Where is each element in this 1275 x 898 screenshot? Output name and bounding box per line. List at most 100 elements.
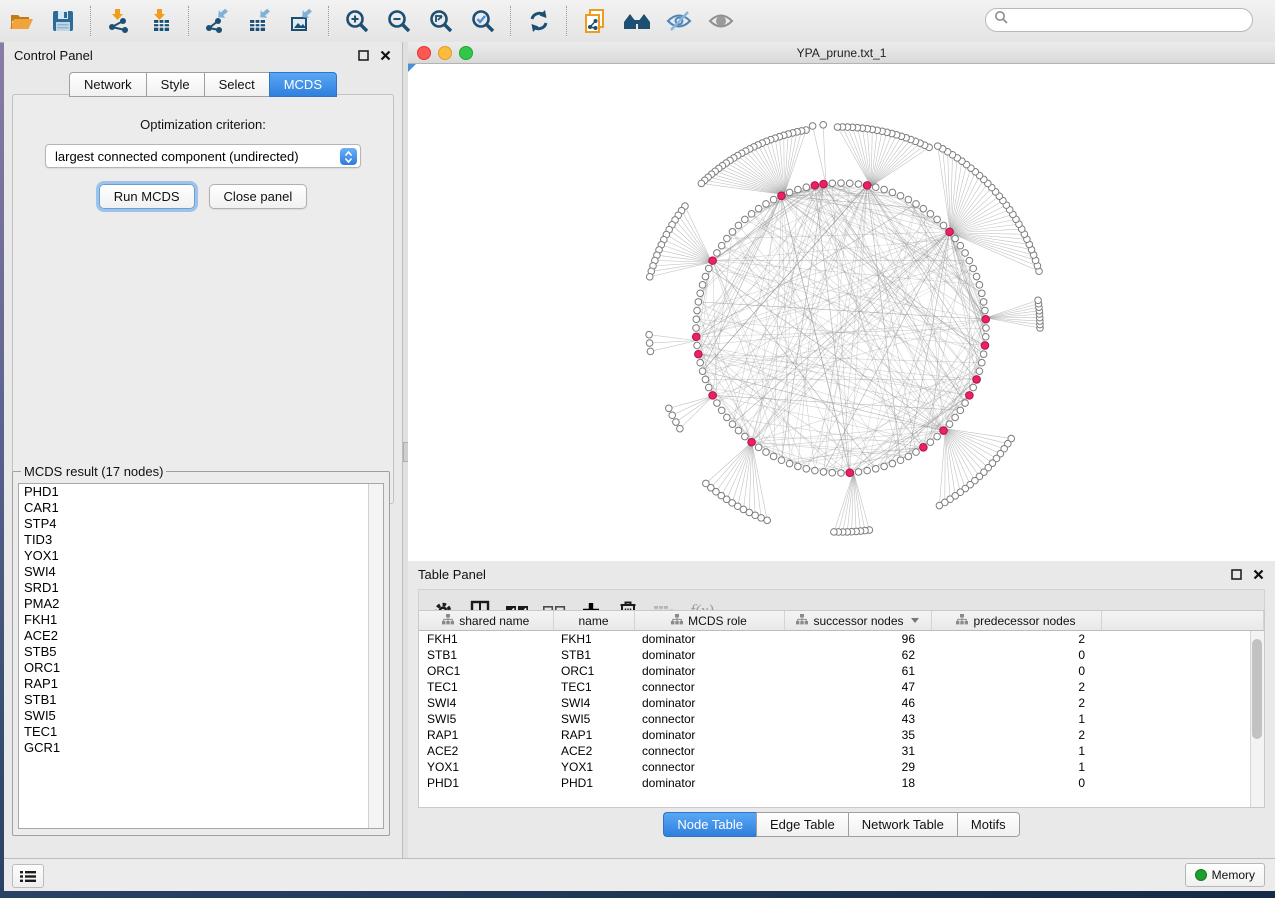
mcds-result-item[interactable]: STB5 (19, 644, 383, 660)
mcds-result-item[interactable]: SWI4 (19, 564, 383, 580)
float-panel-icon[interactable] (1229, 567, 1243, 581)
table-row[interactable]: ORC1ORC1dominator610 (419, 663, 1264, 679)
import-table-icon[interactable] (146, 6, 176, 36)
mcds-result-item[interactable]: SRD1 (19, 580, 383, 596)
float-panel-icon[interactable] (356, 48, 370, 62)
mcds-result-list[interactable]: PHD1CAR1STP4TID3YOX1SWI4SRD1PMA2FKH1ACE2… (18, 483, 384, 829)
tab-mcds[interactable]: MCDS (269, 72, 337, 97)
export-table-icon[interactable] (244, 6, 274, 36)
mcds-list-scrollbar[interactable] (368, 484, 383, 828)
column-header-name[interactable]: name (553, 611, 634, 631)
table-cell (1101, 663, 1264, 679)
memory-button[interactable]: Memory (1185, 863, 1265, 887)
shared-column-icon (956, 614, 968, 628)
table-cell: 43 (784, 711, 931, 727)
column-header-spacer[interactable] (1101, 611, 1264, 631)
table-row[interactable]: STB1STB1dominator620 (419, 647, 1264, 663)
export-image-icon[interactable] (286, 6, 316, 36)
mcds-result-item[interactable]: STP4 (19, 516, 383, 532)
binoculars-icon[interactable] (622, 6, 652, 36)
import-network-icon[interactable] (104, 6, 134, 36)
save-icon[interactable] (48, 6, 78, 36)
task-history-button[interactable] (12, 864, 44, 888)
table-scrollbar[interactable] (1250, 631, 1264, 807)
close-panel-icon[interactable] (378, 48, 392, 62)
column-header-mcds-role[interactable]: MCDS role (634, 611, 784, 631)
mcds-result-item[interactable]: TID3 (19, 532, 383, 548)
table-cell (1101, 631, 1264, 648)
mcds-result-item[interactable]: TEC1 (19, 724, 383, 740)
mcds-result-item[interactable]: PMA2 (19, 596, 383, 612)
mcds-result-item[interactable]: PHD1 (19, 484, 383, 500)
table-cell: 46 (784, 695, 931, 711)
mcds-result-item[interactable]: ORC1 (19, 660, 383, 676)
column-header-shared-name[interactable]: shared name (419, 611, 553, 631)
open-icon[interactable] (6, 6, 36, 36)
table-cell: 2 (931, 679, 1101, 695)
zoom-in-icon[interactable] (342, 6, 372, 36)
zoom-out-icon[interactable] (384, 6, 414, 36)
clone-network-icon[interactable] (580, 6, 610, 36)
refresh-icon[interactable] (524, 6, 554, 36)
column-header-successor-nodes[interactable]: successor nodes (784, 611, 931, 631)
search-icon (994, 10, 1009, 30)
mcds-result-item[interactable]: CAR1 (19, 500, 383, 516)
node-table[interactable]: shared name name MCDS role successor nodes p… (418, 610, 1265, 808)
network-graph[interactable] (408, 64, 1275, 562)
network-titlebar[interactable]: YPA_prune.txt_1 (408, 42, 1275, 64)
column-header-predecessor-nodes[interactable]: predecessor nodes (931, 611, 1101, 631)
active-frame-corner (408, 64, 416, 72)
table-cell (1101, 711, 1264, 727)
table-cell: dominator (634, 695, 784, 711)
search-input[interactable] (985, 8, 1253, 32)
table-row[interactable]: SWI4SWI4dominator462 (419, 695, 1264, 711)
table-cell (1101, 695, 1264, 711)
mcds-result-item[interactable]: ACE2 (19, 628, 383, 644)
export-network-icon[interactable] (202, 6, 232, 36)
table-cell: 0 (931, 775, 1101, 791)
table-row[interactable]: RAP1RAP1dominator352 (419, 727, 1264, 743)
table-row[interactable]: TEC1TEC1connector472 (419, 679, 1264, 695)
mcds-result-item[interactable]: GCR1 (19, 740, 383, 756)
column-label: name (578, 614, 608, 628)
tab-node-table[interactable]: Node Table (663, 812, 756, 837)
column-label: successor nodes (813, 614, 903, 628)
tab-edge-table[interactable]: Edge Table (756, 812, 848, 837)
network-canvas[interactable] (408, 64, 1275, 562)
show-all-icon[interactable] (706, 6, 736, 36)
tab-select[interactable]: Select (204, 72, 269, 97)
zoom-selected-icon[interactable] (468, 6, 498, 36)
tab-network[interactable]: Network (69, 72, 146, 97)
tab-network-table[interactable]: Network Table (848, 812, 957, 837)
table-scrollbar-thumb[interactable] (1252, 639, 1262, 739)
table-cell: 35 (784, 727, 931, 743)
mcds-result-item[interactable]: YOX1 (19, 548, 383, 564)
mcds-result-item[interactable]: RAP1 (19, 676, 383, 692)
table-panel-titlebar: Table Panel (408, 561, 1275, 587)
table-panel: Table Panel (408, 561, 1275, 858)
table-row[interactable]: ACE2ACE2connector311 (419, 743, 1264, 759)
table-cell: PHD1 (553, 775, 634, 791)
table-cell: dominator (634, 631, 784, 648)
status-bar: Memory (4, 858, 1275, 891)
mcds-result-item[interactable]: STB1 (19, 692, 383, 708)
table-row[interactable]: SWI5SWI5connector431 (419, 711, 1264, 727)
table-cell: 2 (931, 727, 1101, 743)
table-row[interactable]: PHD1PHD1dominator180 (419, 775, 1264, 791)
table-cell: 2 (931, 695, 1101, 711)
mcds-result-item[interactable]: FKH1 (19, 612, 383, 628)
tab-style[interactable]: Style (146, 72, 204, 97)
table-row[interactable]: FKH1FKH1dominator962 (419, 631, 1264, 648)
table-row[interactable]: YOX1YOX1connector291 (419, 759, 1264, 775)
run-mcds-button[interactable]: Run MCDS (99, 184, 195, 209)
hide-selected-icon[interactable] (664, 6, 694, 36)
close-panel-button[interactable]: Close panel (209, 184, 308, 209)
zoom-fit-icon[interactable] (426, 6, 456, 36)
tab-motifs[interactable]: Motifs (957, 812, 1020, 837)
table-cell: STB1 (553, 647, 634, 663)
table-cell (1101, 743, 1264, 759)
criterion-select[interactable]: largest connected component (undirected) (45, 144, 361, 168)
mcds-result-item[interactable]: SWI5 (19, 708, 383, 724)
shared-column-icon (671, 614, 683, 628)
close-panel-icon[interactable] (1251, 567, 1265, 581)
